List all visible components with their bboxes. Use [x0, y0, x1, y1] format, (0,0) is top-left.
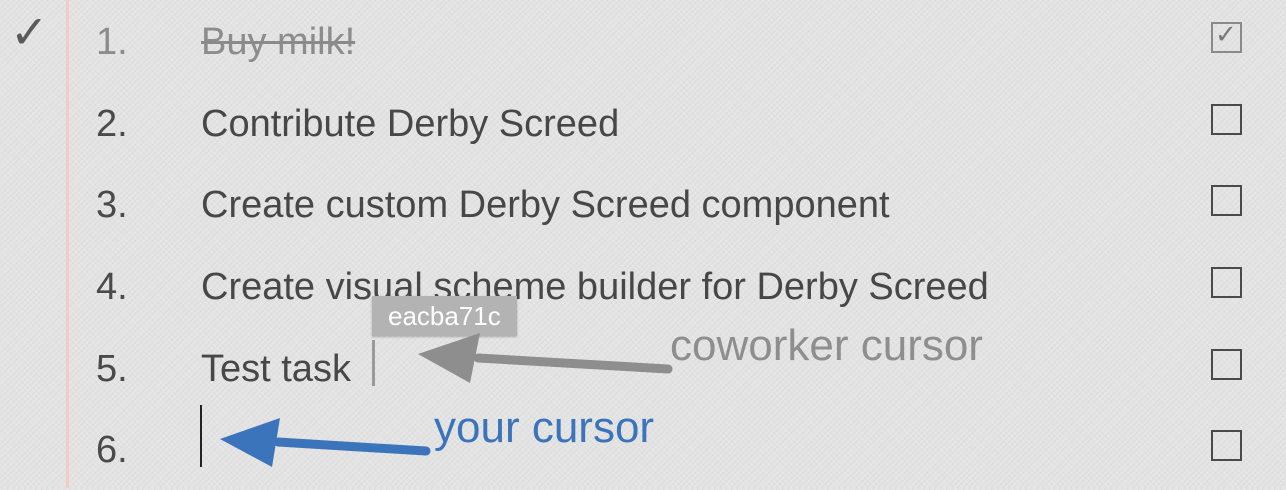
coworker-arrow-icon [418, 333, 673, 383]
your-arrow-icon [220, 418, 431, 467]
your-cursor-label: your cursor [434, 403, 655, 452]
coworker-cursor-label: coworker cursor [670, 321, 983, 370]
